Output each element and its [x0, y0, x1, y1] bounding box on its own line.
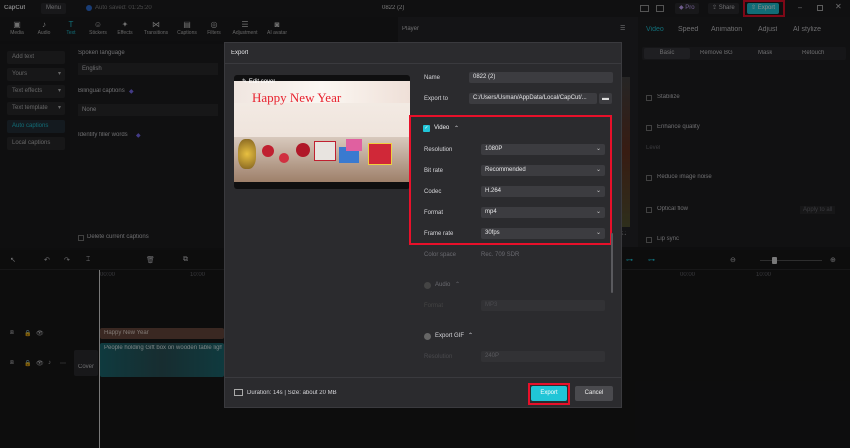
resolution-label: Resolution [424, 147, 453, 153]
chevron-down-icon: ⌄ [595, 188, 601, 194]
gif-resolution-label: Resolution [424, 354, 453, 360]
chevron-up-icon[interactable]: ⌃ [468, 332, 473, 339]
chevron-down-icon: ⌄ [595, 167, 601, 173]
audio-format-select[interactable]: MP3 [481, 300, 605, 311]
chevron-down-icon: ⌄ [595, 230, 601, 236]
chevron-down-icon: ⌄ [595, 146, 601, 152]
cancel-button[interactable]: Cancel [575, 386, 613, 401]
edit-icon: ✎ [242, 79, 249, 85]
ornament [296, 143, 310, 157]
color-space-value: Rec. 709 SDR [481, 252, 520, 258]
export-path-input[interactable]: C:/Users/Usman/AppData/Local/CapCut/... [469, 93, 597, 104]
codec-label: Codec [424, 189, 442, 195]
export-to-label: Export to [424, 96, 449, 102]
name-label: Name [424, 75, 441, 81]
ornament [262, 145, 274, 157]
cover-preview[interactable]: Happy New Year ✎ Edit cover [234, 75, 410, 189]
resolution-select[interactable]: 1080P ⌄ [481, 144, 605, 155]
export-dialog: Export Happy New Year ✎ Edit cover Name … [224, 42, 622, 408]
export-button[interactable]: Export [531, 386, 567, 401]
edit-cover-button[interactable]: ✎ Edit cover [242, 78, 275, 85]
dialog-title: Export [231, 50, 249, 56]
divider [225, 63, 621, 64]
chevron-up-icon[interactable]: ⌃ [455, 281, 460, 288]
color-space-label: Color space [424, 252, 457, 258]
cover-text: Happy New Year [252, 90, 342, 105]
folder-icon[interactable]: ▬ [599, 93, 612, 104]
framerate-label: Frame rate [424, 231, 454, 237]
chevron-down-icon: ⌄ [595, 209, 601, 215]
audio-section-label: Audio [435, 282, 451, 288]
codec-select[interactable]: H.264 ⌄ [481, 186, 605, 197]
ornament [279, 153, 289, 163]
audio-checkbox[interactable] [424, 282, 431, 289]
duration-size-info: Duration: 14s | Size: about 20 MB [247, 390, 337, 396]
gift-box [346, 139, 362, 151]
chevron-up-icon[interactable]: ⌃ [454, 125, 459, 132]
bitrate-select[interactable]: Recommended ⌄ [481, 165, 605, 176]
audio-format-label: Format [424, 303, 444, 309]
gif-resolution-select[interactable]: 240P [481, 351, 605, 362]
bitrate-label: Bit rate [424, 168, 444, 174]
gold-tinsel [238, 139, 256, 169]
cover-image: Happy New Year [234, 81, 410, 182]
framerate-select[interactable]: 30fps ⌄ [481, 228, 605, 239]
video-checkbox[interactable]: ✓ [423, 125, 430, 132]
video-section-label: Video [434, 125, 450, 131]
divider [225, 377, 621, 378]
gift-box [368, 143, 392, 165]
video-settings-highlight [409, 115, 612, 245]
name-input[interactable]: 0822 (2) [469, 72, 613, 83]
gift-box [314, 141, 336, 161]
scrollbar[interactable] [611, 233, 613, 293]
format-select[interactable]: mp4 ⌄ [481, 207, 605, 218]
format-label: Format [424, 210, 444, 216]
film-icon [234, 389, 243, 396]
gif-section-label: Export GIF [435, 333, 465, 339]
gif-checkbox[interactable] [424, 333, 431, 340]
